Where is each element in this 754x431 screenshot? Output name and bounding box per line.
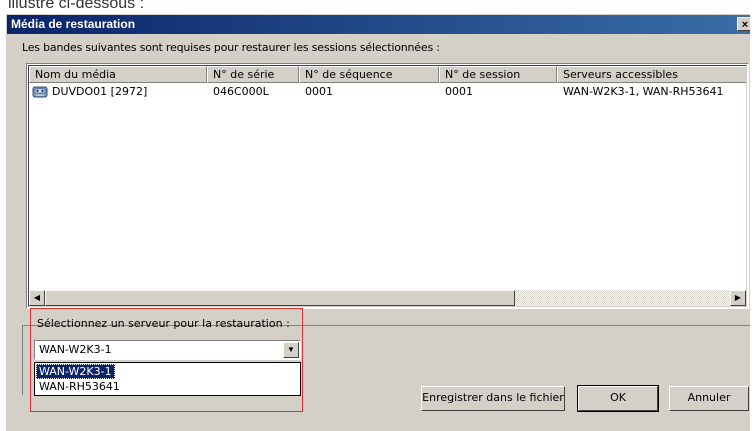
cancel-button[interactable]: Annuler [669,386,749,411]
column-header-servers[interactable]: Serveurs accessibles [557,66,746,83]
ok-button[interactable]: OK [577,385,659,412]
scroll-right-icon[interactable]: ▶ [730,290,746,306]
tape-icon [32,86,48,98]
cell-sequence: 0001 [305,85,333,98]
scroll-left-icon[interactable]: ◀ [29,290,45,306]
close-button[interactable]: × [737,17,750,31]
server-option[interactable]: WAN-W2K3-1 [36,364,115,379]
document-caption: illustré ci-dessous : [8,0,145,12]
dialog-title: Média de restauration [11,17,136,31]
cell-session: 0001 [445,85,473,98]
chevron-down-icon[interactable]: ▼ [283,342,299,358]
cell-serial: 046C000L [213,85,269,98]
server-combobox-value: WAN-W2K3-1 [39,343,112,356]
server-combobox[interactable]: WAN-W2K3-1 ▼ [34,340,301,360]
horizontal-scrollbar[interactable]: ◀ ▶ [29,290,746,306]
scroll-track[interactable] [515,290,730,306]
server-select-label: Sélectionnez un serveur pour la restaura… [37,317,290,330]
column-header-session[interactable]: N° de session [439,66,557,83]
instruction-text: Les bandes suivantes sont requises pour … [22,41,440,54]
column-header-media-name[interactable]: Nom du média [29,66,207,83]
server-option[interactable]: WAN-RH53641 [36,379,123,394]
cell-servers: WAN-W2K3-1, WAN-RH53641 [563,85,724,98]
media-list[interactable]: Nom du média N° de série N° de séquence … [26,63,749,309]
column-header-serial[interactable]: N° de série [207,66,299,83]
server-dropdown-list: WAN-W2K3-1 WAN-RH53641 [34,362,301,396]
table-row[interactable]: DUVDO01 [2972] 046C000L 0001 0001 WAN-W2… [29,84,746,100]
scroll-thumb[interactable] [45,290,515,306]
column-header-sequence[interactable]: N° de séquence [299,66,439,83]
save-to-file-button[interactable]: Enregistrer dans le fichier [421,386,565,411]
cell-media-name: DUVDO01 [2972] [52,85,148,98]
dialog-titlebar: Média de restauration × [7,15,750,34]
